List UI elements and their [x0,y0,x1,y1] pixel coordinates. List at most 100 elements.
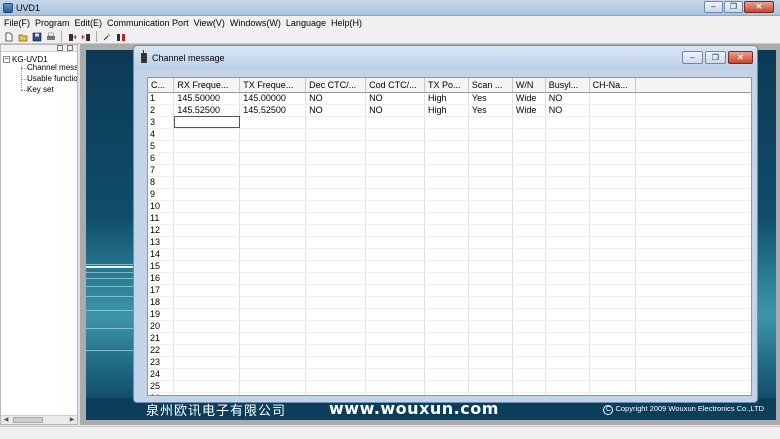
table-cell[interactable] [468,128,513,141]
table-cell[interactable] [468,308,513,321]
close-button[interactable]: ✕ [744,1,774,13]
table-cell[interactable] [305,272,367,285]
table-cell[interactable] [365,356,425,369]
table-cell[interactable] [589,236,636,249]
table-cell[interactable] [365,188,425,201]
table-cell[interactable] [424,176,469,189]
table-cell[interactable] [305,116,367,129]
table-cell[interactable] [424,356,469,369]
table-cell[interactable] [512,224,546,237]
table-row[interactable]: 15 [148,260,751,273]
table-cell[interactable] [545,344,590,357]
table-cell[interactable] [365,224,425,237]
table-cell[interactable]: 145.00000 [239,92,307,105]
table-cell[interactable] [424,164,469,177]
table-row[interactable]: 8 [148,176,751,189]
menu-windows[interactable]: Windows(W) [228,16,284,30]
scroll-left-icon[interactable]: ◀ [2,417,10,424]
open-icon[interactable] [17,31,29,42]
table-cell[interactable] [305,248,367,261]
column-header-rx-frequency[interactable]: RX Freque... [173,78,241,93]
table-cell[interactable] [545,320,590,333]
table-cell[interactable] [305,164,367,177]
table-cell[interactable] [468,392,513,395]
table-cell[interactable] [545,176,590,189]
table-cell[interactable] [545,284,590,297]
table-cell[interactable] [239,380,307,393]
table-cell[interactable] [545,260,590,273]
read-radio-icon[interactable] [66,31,78,42]
table-cell[interactable] [239,248,307,261]
tree-item-key-set[interactable]: Key set [27,85,77,94]
child-restore-button[interactable]: ❐ [705,51,726,64]
table-row[interactable]: 24 [148,368,751,381]
table-cell[interactable] [468,140,513,153]
table-cell[interactable] [239,224,307,237]
table-row[interactable]: 26 [148,392,751,395]
table-cell[interactable] [424,128,469,141]
table-cell[interactable] [239,392,307,395]
table-cell[interactable]: High [424,104,469,117]
table-cell[interactable] [512,248,546,261]
table-cell[interactable]: NO [545,104,590,117]
table-cell[interactable] [305,392,367,395]
table-cell[interactable] [545,380,590,393]
scroll-right-icon[interactable]: ▶ [68,417,76,424]
table-cell[interactable] [468,344,513,357]
table-cell[interactable] [305,236,367,249]
table-cell[interactable] [365,332,425,345]
about-icon[interactable] [115,31,127,42]
table-cell[interactable] [589,164,636,177]
panel-close-icon[interactable] [67,45,73,51]
table-cell[interactable] [424,200,469,213]
table-cell[interactable] [365,248,425,261]
table-cell[interactable] [424,224,469,237]
table-cell[interactable]: Yes [468,92,513,105]
table-cell[interactable] [424,116,469,129]
table-cell[interactable] [512,380,546,393]
table-cell[interactable] [512,212,546,225]
panel-pin-icon[interactable] [57,45,63,51]
print-icon[interactable] [45,31,57,42]
table-cell[interactable] [424,152,469,165]
table-cell[interactable] [173,212,241,225]
table-row[interactable]: 16 [148,272,751,285]
table-cell[interactable] [239,284,307,297]
table-cell[interactable] [468,332,513,345]
table-row[interactable]: 14 [148,248,751,261]
table-cell[interactable] [512,260,546,273]
table-cell[interactable] [365,272,425,285]
table-cell[interactable] [305,140,367,153]
table-row[interactable]: 9 [148,188,751,201]
table-cell[interactable] [305,260,367,273]
table-cell[interactable] [239,368,307,381]
table-cell[interactable] [365,140,425,153]
table-cell[interactable] [305,176,367,189]
table-cell[interactable] [305,332,367,345]
table-cell[interactable] [589,356,636,369]
table-cell[interactable] [424,212,469,225]
child-minimize-button[interactable]: – [682,51,703,64]
table-cell[interactable] [173,176,241,189]
table-cell[interactable] [589,260,636,273]
table-cell[interactable] [512,128,546,141]
table-cell[interactable] [512,188,546,201]
table-cell[interactable] [589,272,636,285]
table-cell[interactable]: Wide [512,92,546,105]
table-cell[interactable] [512,176,546,189]
restore-button[interactable]: ❐ [724,1,743,13]
table-cell[interactable] [239,176,307,189]
table-cell[interactable] [424,272,469,285]
table-cell[interactable] [173,320,241,333]
table-cell[interactable] [589,344,636,357]
table-cell[interactable] [173,332,241,345]
table-cell[interactable] [365,392,425,395]
table-cell[interactable] [173,236,241,249]
column-header-dec-ctcss[interactable]: Dec CTC/... [305,78,367,93]
table-cell[interactable] [468,224,513,237]
table-cell[interactable] [512,332,546,345]
table-cell[interactable] [424,332,469,345]
scroll-thumb[interactable] [13,417,43,423]
table-row[interactable]: 25 [148,380,751,393]
table-cell[interactable]: NO [545,92,590,105]
